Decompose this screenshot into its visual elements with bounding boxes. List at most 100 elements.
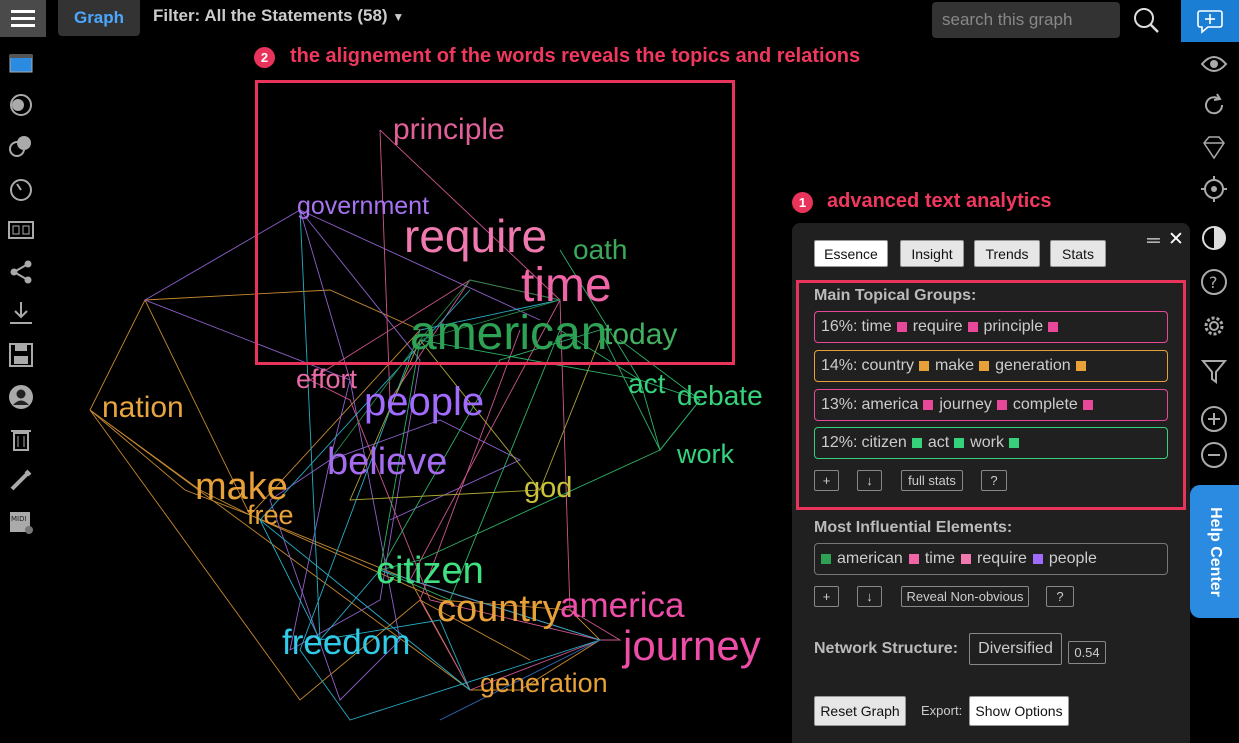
graph-word-node[interactable]: country xyxy=(437,590,562,628)
tab-essence[interactable]: Essence xyxy=(814,240,888,267)
trash-icon[interactable] xyxy=(7,425,35,453)
group-color-swatch xyxy=(911,438,922,448)
group-word[interactable]: time xyxy=(861,318,891,336)
main-groups-label: Main Topical Groups: xyxy=(814,287,977,304)
influential-word[interactable]: time xyxy=(925,550,955,568)
graph-word-node[interactable]: generation xyxy=(480,670,608,697)
group-word[interactable]: work xyxy=(970,434,1004,452)
annotation-one-text: advanced text analytics xyxy=(827,190,1052,212)
tab-stats[interactable]: Stats xyxy=(1050,240,1106,267)
group-word[interactable]: america xyxy=(861,396,918,414)
reset-graph-button[interactable]: Reset Graph xyxy=(814,696,906,726)
help-icon[interactable]: ? xyxy=(1200,268,1228,296)
graph-word-node[interactable]: god xyxy=(524,474,572,503)
topical-group-row[interactable]: 16%: time require principle xyxy=(814,311,1168,343)
tab-trends[interactable]: Trends xyxy=(974,240,1040,267)
influential-color-swatch xyxy=(961,554,972,564)
annotation-one-badge: 1 xyxy=(792,192,813,213)
graph-word-node[interactable]: act xyxy=(628,370,665,398)
annotation-two-text: the alignement of the words reveals the … xyxy=(290,45,861,67)
target-icon[interactable] xyxy=(1200,175,1228,203)
influential-elements[interactable]: american time require people xyxy=(814,543,1168,575)
group-color-swatch xyxy=(996,400,1007,410)
download-icon[interactable] xyxy=(7,299,35,327)
group-word[interactable]: journey xyxy=(939,396,991,414)
hamburger-menu-button[interactable] xyxy=(0,0,46,37)
group-word[interactable]: make xyxy=(935,357,974,375)
graph-word-node[interactable]: freedom xyxy=(282,625,410,660)
zoom-out-icon[interactable] xyxy=(1200,441,1228,469)
gear-icon[interactable] xyxy=(1200,312,1228,340)
timer-icon[interactable] xyxy=(7,175,35,203)
group-word[interactable]: country xyxy=(861,357,913,375)
group-color-swatch xyxy=(967,322,978,332)
reveal-non-obvious-button[interactable]: Reveal Non-obvious xyxy=(901,586,1029,607)
graph-word-node[interactable]: journey xyxy=(623,625,761,667)
filter-dropdown[interactable]: Filter: All the Statements (58) ▼ xyxy=(153,6,404,26)
eye-icon[interactable] xyxy=(1200,50,1228,78)
topical-group-row[interactable]: 14%: country make generation xyxy=(814,350,1168,382)
search-icon[interactable] xyxy=(1132,6,1160,34)
graph-tab[interactable]: Graph xyxy=(58,0,140,36)
user-icon[interactable] xyxy=(7,383,35,411)
influential-word[interactable]: require xyxy=(977,550,1027,568)
midi-icon[interactable]: MIDI xyxy=(7,508,35,536)
close-icon[interactable]: ✕ xyxy=(1168,228,1184,251)
graph-word-node[interactable]: citizen xyxy=(376,552,484,590)
filter-icon[interactable] xyxy=(1200,357,1228,385)
influential-word[interactable]: people xyxy=(1049,550,1097,568)
group-word[interactable]: generation xyxy=(995,357,1071,375)
group-word[interactable]: citizen xyxy=(861,434,906,452)
groups-add-button[interactable]: + xyxy=(814,470,839,491)
add-statement-button[interactable] xyxy=(1181,0,1239,42)
topical-group-row[interactable]: 12%: citizen act work xyxy=(814,427,1168,459)
help-center-button[interactable]: Help Center xyxy=(1190,485,1239,618)
graph-word-node[interactable]: debate xyxy=(677,382,763,410)
zoom-in-icon[interactable] xyxy=(1200,405,1228,433)
refresh-icon[interactable] xyxy=(1200,91,1228,119)
circle-overlap-icon[interactable] xyxy=(7,91,35,119)
svg-text:?: ? xyxy=(1209,273,1218,292)
graph-word-node[interactable]: america xyxy=(560,588,684,623)
influential-word[interactable]: american xyxy=(837,550,903,568)
graph-word-node[interactable]: free xyxy=(247,502,294,529)
group-color-swatch xyxy=(1082,400,1093,410)
network-structure-value[interactable]: Diversified xyxy=(969,633,1062,665)
full-stats-button[interactable]: full stats xyxy=(901,470,963,491)
graph-word-node[interactable]: believe xyxy=(327,443,447,481)
group-color-swatch xyxy=(896,322,907,332)
group-word[interactable]: complete xyxy=(1013,396,1078,414)
diamond-icon[interactable] xyxy=(1200,133,1228,161)
influential-help-button[interactable]: ? xyxy=(1046,586,1074,607)
window-icon[interactable] xyxy=(7,50,35,78)
influential-download-button[interactable]: ↓ xyxy=(857,586,882,607)
show-options-button[interactable]: Show Options xyxy=(969,696,1069,726)
pen-icon[interactable] xyxy=(7,466,35,494)
influential-add-button[interactable]: + xyxy=(814,586,839,607)
group-word[interactable]: require xyxy=(913,318,963,336)
film-icon[interactable] xyxy=(7,216,35,244)
group-word[interactable]: act xyxy=(928,434,949,452)
circles-icon[interactable] xyxy=(7,133,35,161)
search-input[interactable] xyxy=(932,2,1120,38)
graph-word-node[interactable]: effort xyxy=(296,366,357,393)
contrast-icon[interactable] xyxy=(1200,224,1228,252)
modularity-score: 0.54 xyxy=(1068,641,1106,664)
group-percentage: 13%: xyxy=(821,396,858,413)
group-color-swatch xyxy=(979,361,990,371)
help-center-label: Help Center xyxy=(1206,506,1224,597)
topical-group-row[interactable]: 13%: america journey complete xyxy=(814,389,1168,421)
group-percentage: 14%: xyxy=(821,357,858,374)
groups-help-button[interactable]: ? xyxy=(981,470,1007,491)
graph-word-node[interactable]: work xyxy=(677,441,734,468)
tab-insight[interactable]: Insight xyxy=(900,240,964,267)
group-color-swatch xyxy=(1048,322,1059,332)
groups-download-button[interactable]: ↓ xyxy=(857,470,882,491)
panel-menu-icon[interactable]: ═ xyxy=(1147,230,1160,251)
graph-word-node[interactable]: nation xyxy=(102,393,184,423)
group-word[interactable]: principle xyxy=(984,318,1044,336)
graph-word-node[interactable]: people xyxy=(364,382,484,422)
share-icon[interactable] xyxy=(7,258,35,286)
filter-label: Filter: All the Statements (58) xyxy=(153,6,388,25)
save-icon[interactable] xyxy=(7,341,35,369)
